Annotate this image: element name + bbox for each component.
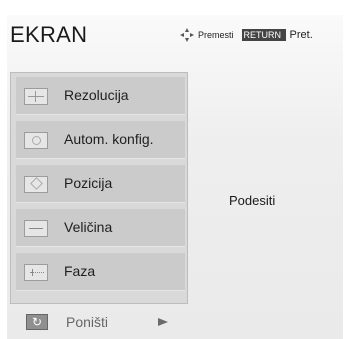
reset-icon: ↻ (26, 314, 48, 330)
menu-item-label: Faza (64, 263, 96, 279)
menu-item-faza[interactable]: Faza (16, 253, 185, 291)
menu-item-autom-konfig[interactable]: Autom. konfig. (16, 121, 185, 159)
return-key-badge: RETURN (241, 29, 286, 41)
navigation-hints: Premesti RETURN Pret. (180, 28, 313, 42)
move-hint-label: Premesti (198, 30, 234, 40)
reset-item[interactable]: ↻ Poništi (18, 312, 188, 334)
reset-label: Poništi (66, 314, 109, 330)
return-hint-label: Pret. (289, 29, 313, 41)
adjust-value-text: Podesiti (229, 193, 276, 208)
minus-icon (24, 220, 48, 237)
arrow-right-icon (158, 318, 168, 326)
page-title: EKRAN (10, 22, 88, 47)
phase-icon (24, 264, 48, 281)
circle-icon (24, 132, 48, 149)
menu-item-rezolucija[interactable]: Rezolucija (16, 77, 185, 115)
menu-item-label: Rezolucija (64, 87, 129, 103)
menu-item-label: Autom. konfig. (64, 131, 154, 147)
settings-menu: Rezolucija Autom. konfig. Pozicija Velič… (10, 72, 188, 304)
menu-item-velicina[interactable]: Veličina (16, 209, 185, 247)
menu-item-pozicija[interactable]: Pozicija (16, 165, 185, 203)
diamond-icon (24, 176, 48, 193)
menu-item-label: Pozicija (64, 175, 113, 191)
navigation-arrows-icon (180, 28, 194, 42)
crosshair-icon (24, 88, 48, 105)
menu-item-label: Veličina (64, 219, 113, 235)
